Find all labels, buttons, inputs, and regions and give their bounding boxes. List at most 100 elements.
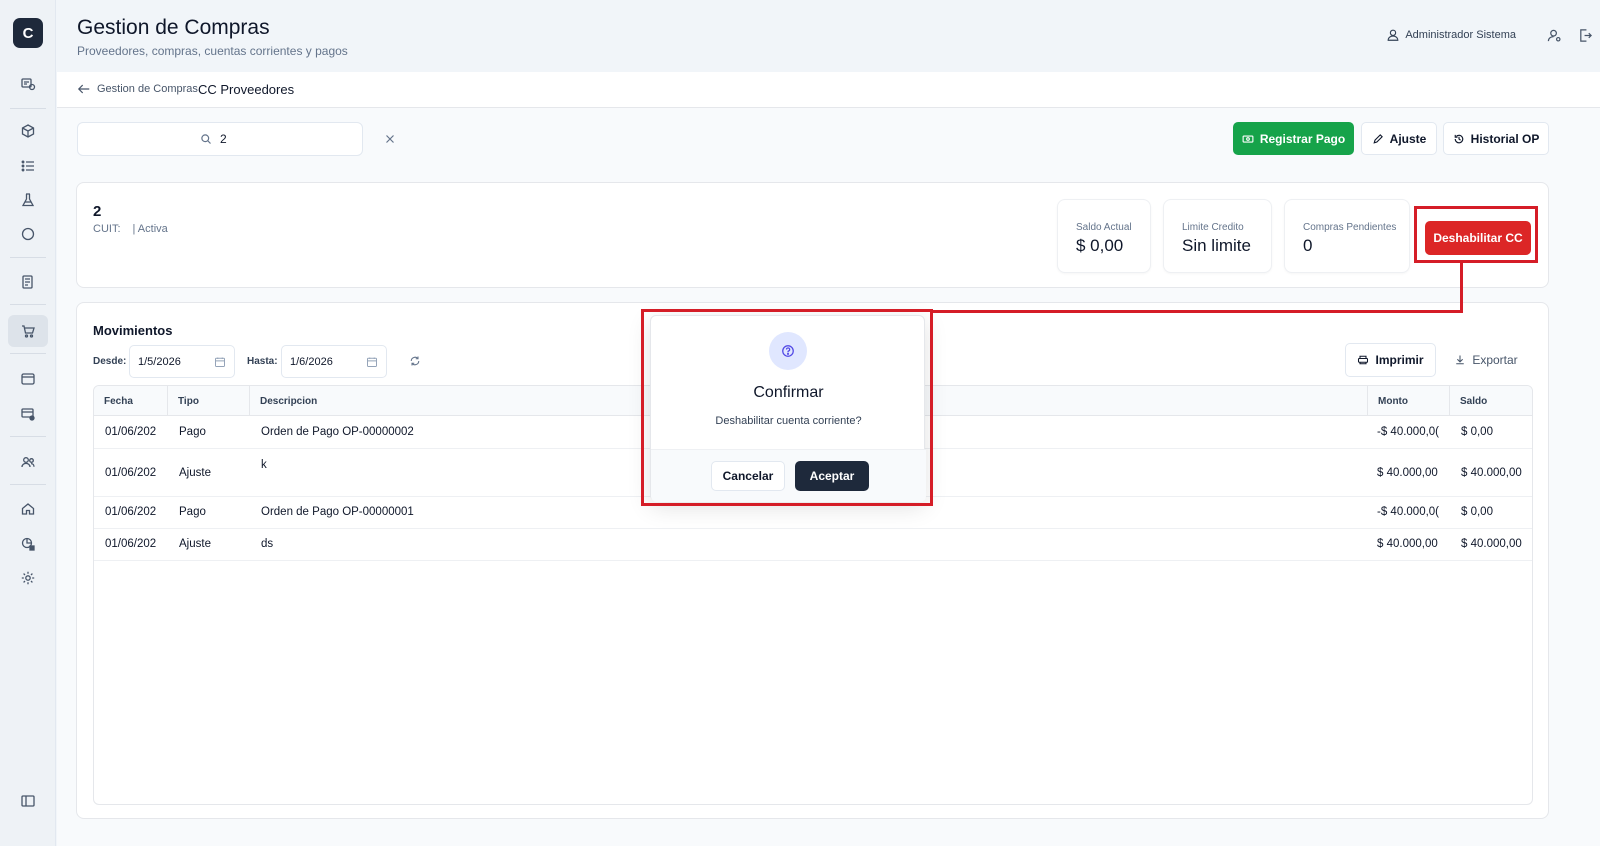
col-fecha[interactable]: Fecha (94, 386, 168, 416)
cell-saldo: $ 40.000,00 (1461, 538, 1522, 550)
user-menu[interactable]: Administrador Sistema (1386, 28, 1516, 42)
to-date-input[interactable]: 1/6/2026 (281, 345, 387, 378)
main-area: Gestion de Compras Proveedores, compras,… (57, 0, 1600, 846)
cell-monto: $ 40.000,00 (1377, 467, 1438, 479)
highlight-connector-vertical (1460, 263, 1463, 313)
cell-descripcion: ds (261, 538, 274, 550)
calendar-icon[interactable] (366, 356, 378, 368)
sidebar: C (0, 0, 56, 846)
sidebar-divider (10, 257, 46, 258)
nav-flask-icon[interactable] (8, 184, 48, 216)
download-icon (1456, 355, 1465, 365)
highlight-connector-horizontal (930, 310, 1463, 313)
highlight-box-disable-cc (1414, 206, 1538, 263)
logout-icon[interactable] (1576, 26, 1594, 44)
from-date-value: 1/5/2026 (138, 355, 181, 368)
nav-box-icon[interactable] (8, 115, 48, 147)
to-label: Hasta: (247, 356, 278, 367)
page-title: Gestion de Compras (77, 16, 270, 39)
cell-fecha: 01/06/202 (105, 506, 157, 518)
money-icon (1242, 134, 1254, 143)
nav-card-settings-icon[interactable] (8, 398, 48, 430)
clear-search-icon[interactable] (383, 132, 397, 146)
sidebar-divider (10, 436, 46, 437)
nav-purchases-dashboard-icon[interactable] (8, 68, 48, 100)
print-label: Imprimir (1375, 353, 1424, 367)
export-label: Exportar (1472, 353, 1518, 367)
nav-wallet-icon[interactable] (8, 363, 48, 395)
movements-title: Movimientos (93, 323, 173, 338)
export-button[interactable]: Exportar (1445, 343, 1527, 377)
nav-reports-icon[interactable] (8, 528, 48, 560)
search-icon (201, 134, 211, 144)
breadcrumb-parent: Gestion de Compras (97, 83, 198, 95)
nav-users-icon[interactable] (8, 446, 48, 478)
adjust-button[interactable]: Ajuste (1361, 122, 1437, 155)
cell-monto: $ 40.000,00 (1377, 538, 1438, 550)
cell-saldo: $ 0,00 (1461, 506, 1493, 518)
history-op-button[interactable]: Historial OP (1443, 122, 1549, 155)
history-op-label: Historial OP (1470, 131, 1540, 146)
cell-descripcion: Orden de Pago OP-00000001 (261, 506, 414, 518)
register-payment-label: Registrar Pago (1259, 131, 1346, 146)
cell-monto: -$ 40.000,0( (1377, 506, 1440, 518)
supplier-search[interactable] (77, 122, 363, 156)
cell-fecha: 01/06/202 (105, 467, 157, 479)
cell-fecha: 01/06/202 (105, 426, 157, 438)
refresh-icon[interactable] (409, 355, 421, 367)
page-subtitle: Proveedores, compras, cuentas corrientes… (77, 44, 348, 58)
cell-descripcion: Orden de Pago OP-00000002 (261, 426, 414, 438)
register-payment-button[interactable]: Registrar Pago (1233, 122, 1354, 155)
user-settings-icon[interactable] (1545, 26, 1563, 44)
nav-cart-icon[interactable] (8, 315, 48, 347)
sidebar-toggle-icon[interactable] (8, 785, 48, 817)
stat-label: Limite Credito (1182, 222, 1244, 233)
col-monto[interactable]: Monto (1368, 386, 1450, 416)
cell-tipo: Pago (179, 426, 206, 438)
printer-icon (1358, 355, 1369, 365)
cell-saldo: $ 0,00 (1461, 426, 1493, 438)
stat-label: Compras Pendientes (1303, 222, 1397, 233)
adjust-label: Ajuste (1389, 131, 1427, 146)
supplier-meta: CUIT: | Activa (93, 223, 168, 235)
breadcrumb: Gestion de Compras CC Proveedores (57, 72, 1600, 108)
nav-settings-icon[interactable] (8, 562, 48, 594)
stat-value: Sin limite (1182, 236, 1251, 255)
table-row[interactable]: 01/06/202 Ajuste ds $ 40.000,00 $ 40.000… (94, 529, 1532, 561)
stat-value: $ 0,00 (1076, 236, 1124, 255)
cell-saldo: $ 40.000,00 (1461, 467, 1522, 479)
highlight-box-dialog (641, 309, 933, 506)
sidebar-divider (10, 353, 46, 354)
cell-tipo: Ajuste (179, 538, 211, 550)
print-button[interactable]: Imprimir (1345, 343, 1436, 377)
breadcrumb-current: CC Proveedores (198, 82, 295, 97)
from-label: Desde: (93, 356, 127, 367)
stat-credit-limit: Limite Credito Sin limite (1163, 199, 1272, 273)
search-input[interactable] (220, 132, 240, 146)
col-tipo[interactable]: Tipo (168, 386, 250, 416)
cell-tipo: Pago (179, 506, 206, 518)
stat-value: 0 (1303, 236, 1313, 255)
user-icon (1387, 29, 1399, 41)
app-logo[interactable]: C (13, 18, 43, 48)
to-date-value: 1/6/2026 (290, 355, 333, 368)
col-saldo[interactable]: Saldo (1450, 386, 1532, 416)
nav-document-icon[interactable] (8, 266, 48, 298)
arrow-left-icon (77, 84, 90, 94)
breadcrumb-back-link[interactable]: Gestion de Compras (77, 82, 198, 96)
cell-tipo: Ajuste (179, 467, 211, 479)
nav-list-icon[interactable] (8, 150, 48, 182)
user-name: Administrador Sistema (1405, 29, 1516, 41)
cell-monto: -$ 40.000,0( (1377, 426, 1440, 438)
cell-fecha: 01/06/202 (105, 538, 157, 550)
sidebar-divider (10, 484, 46, 485)
nav-circle-icon[interactable] (8, 218, 48, 250)
supplier-name: 2 (93, 203, 102, 220)
supplier-card: 2 CUIT: | Activa Saldo Actual $ 0,00 Lim… (76, 182, 1549, 288)
pencil-icon (1373, 133, 1383, 144)
history-icon (1454, 134, 1463, 143)
calendar-icon[interactable] (214, 356, 226, 368)
from-date-input[interactable]: 1/5/2026 (129, 345, 235, 378)
top-header: Gestion de Compras Proveedores, compras,… (57, 0, 1600, 72)
nav-home-icon[interactable] (8, 493, 48, 525)
